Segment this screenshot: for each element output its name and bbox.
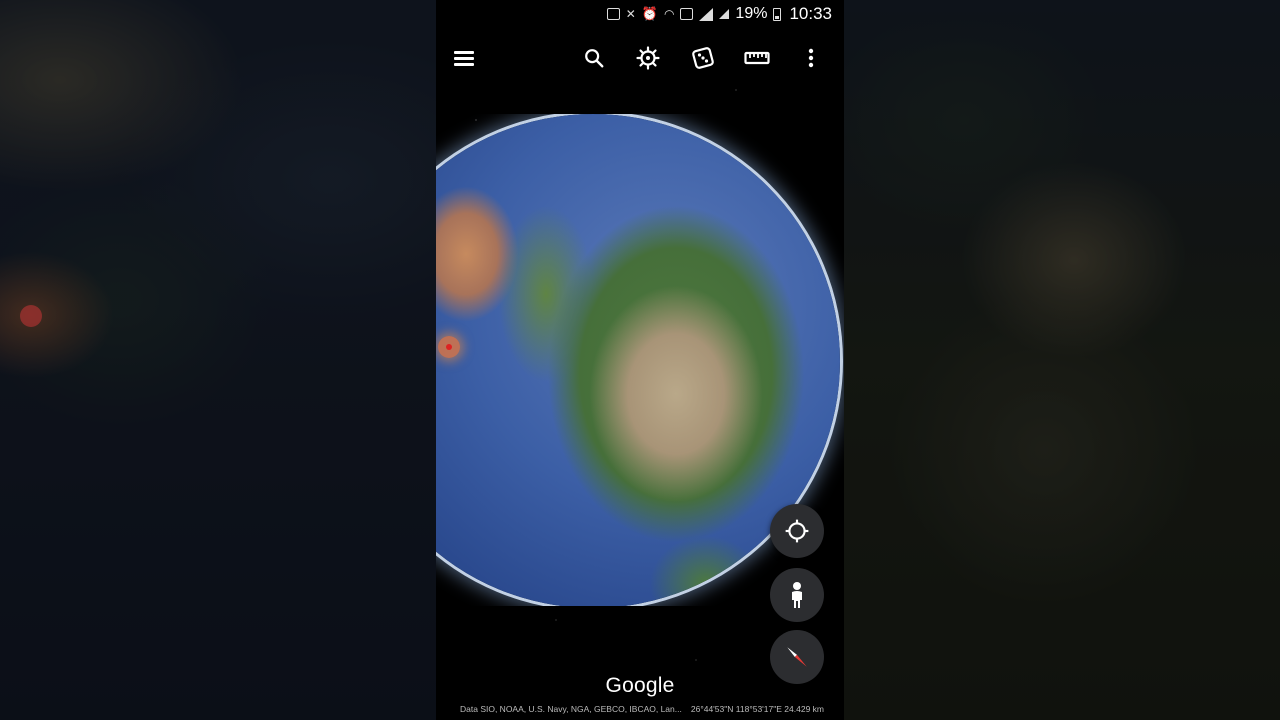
measure-button[interactable] — [743, 44, 771, 72]
menu-button[interactable] — [450, 44, 478, 72]
my-location-icon — [785, 519, 809, 543]
compass-icon — [787, 647, 807, 667]
signal-icon — [699, 7, 714, 21]
more-options-icon — [808, 48, 814, 68]
blurred-backdrop-right — [844, 0, 1280, 720]
nfc-icon — [606, 8, 620, 20]
menu-icon-bar — [454, 63, 474, 66]
earthquake-marker[interactable] — [438, 336, 460, 358]
coordinates-readout: 26°44'53"N 118°53'17"E 24.429 km — [690, 704, 824, 714]
map-footer: Data SIO, NOAA, U.S. Navy, NGA, GEBCO, I… — [436, 704, 844, 718]
blurred-marker — [20, 305, 42, 327]
pegman-icon — [792, 582, 802, 608]
search-icon — [585, 49, 604, 68]
mute-icon: ✕ — [625, 7, 636, 21]
top-toolbar — [436, 36, 844, 80]
earth-app-screen: ✕ ⏰ ◠ 19% 10:33 Google Data SIO, NOAA, U… — [436, 0, 844, 720]
measure-icon — [744, 51, 770, 65]
voyager-button[interactable] — [634, 44, 662, 72]
menu-icon — [454, 51, 474, 54]
google-logo: Google — [605, 674, 675, 697]
battery-icon — [773, 7, 782, 21]
street-view-button[interactable] — [770, 568, 824, 622]
status-bar: ✕ ⏰ ◠ 19% 10:33 — [436, 0, 844, 28]
search-button[interactable] — [580, 44, 608, 72]
blurred-backdrop-left — [0, 0, 436, 720]
my-location-button[interactable] — [770, 504, 824, 558]
attribution-text[interactable]: Data SIO, NOAA, U.S. Navy, NGA, GEBCO, I… — [460, 704, 682, 718]
battery-percent: 19% — [735, 5, 768, 22]
wifi-icon: ◠ — [663, 7, 675, 21]
alarm-icon: ⏰ — [641, 6, 658, 21]
feeling-lucky-icon — [692, 47, 714, 69]
more-options-button[interactable] — [797, 44, 825, 72]
clock: 10:33 — [789, 4, 832, 23]
sim-icon — [680, 8, 694, 20]
voyager-icon — [636, 46, 660, 70]
signal-2-icon — [719, 9, 730, 19]
feeling-lucky-button[interactable] — [689, 44, 717, 72]
menu-icon-bar — [454, 57, 474, 60]
